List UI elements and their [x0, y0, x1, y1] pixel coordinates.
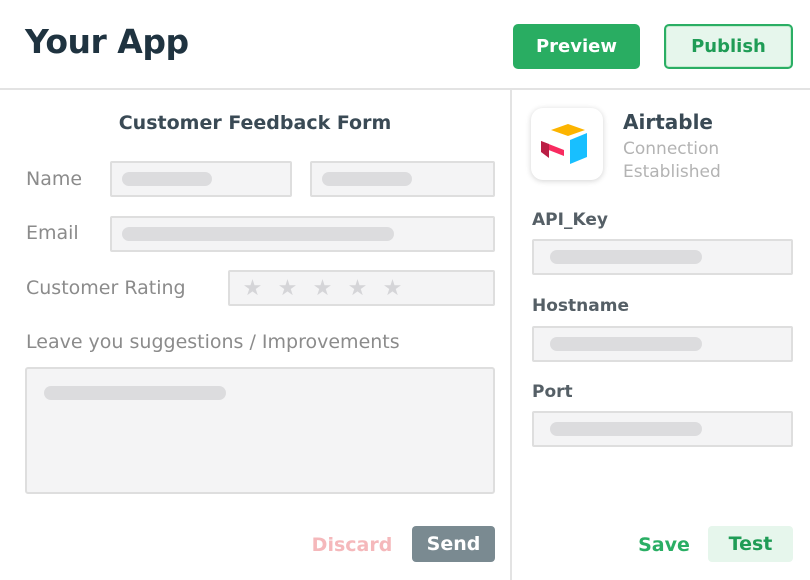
app-header: Your App Preview Publish	[0, 0, 810, 90]
save-button[interactable]: Save	[628, 527, 700, 562]
email-label: Email	[26, 222, 79, 244]
placeholder-bar	[322, 172, 412, 186]
star-icon[interactable]: ★	[274, 276, 301, 302]
discard-button[interactable]: Discard	[302, 527, 402, 562]
name-label: Name	[26, 168, 83, 190]
placeholder-bar	[550, 250, 702, 264]
connection-status: Connection Established	[623, 139, 721, 182]
placeholder-bar	[550, 422, 702, 436]
customer-rating-field[interactable]: ★ ★ ★ ★ ★	[228, 270, 495, 306]
hostname-label: Hostname	[532, 296, 629, 316]
port-field[interactable]	[532, 411, 793, 447]
star-rating[interactable]: ★ ★ ★ ★ ★	[239, 276, 406, 302]
placeholder-bar	[550, 337, 702, 351]
api-key-field[interactable]	[532, 239, 793, 275]
panel-divider	[510, 90, 512, 580]
form-title: Customer Feedback Form	[118, 112, 392, 134]
publish-button[interactable]: Publish	[664, 24, 793, 69]
star-icon[interactable]: ★	[344, 276, 371, 302]
suggestions-textarea[interactable]	[25, 367, 495, 494]
port-label: Port	[532, 382, 573, 402]
preview-button[interactable]: Preview	[513, 24, 640, 69]
star-icon[interactable]: ★	[239, 276, 266, 302]
placeholder-bar	[122, 227, 394, 241]
airtable-logo	[531, 108, 603, 180]
customer-rating-label: Customer Rating	[26, 277, 186, 299]
send-button[interactable]: Send	[412, 526, 495, 562]
first-name-field[interactable]	[110, 161, 292, 197]
email-field[interactable]	[110, 216, 495, 252]
last-name-field[interactable]	[310, 161, 495, 197]
placeholder-bar	[122, 172, 212, 186]
star-icon[interactable]: ★	[379, 276, 406, 302]
suggestions-label: Leave you suggestions / Improvements	[26, 331, 400, 353]
star-icon[interactable]: ★	[309, 276, 336, 302]
airtable-logo-icon	[541, 124, 587, 164]
hostname-field[interactable]	[532, 326, 793, 362]
test-button[interactable]: Test	[708, 526, 793, 562]
placeholder-bar	[44, 386, 226, 400]
api-key-label: API_Key	[532, 210, 608, 230]
integration-name: Airtable	[623, 110, 713, 134]
app-title: Your App	[25, 22, 189, 61]
